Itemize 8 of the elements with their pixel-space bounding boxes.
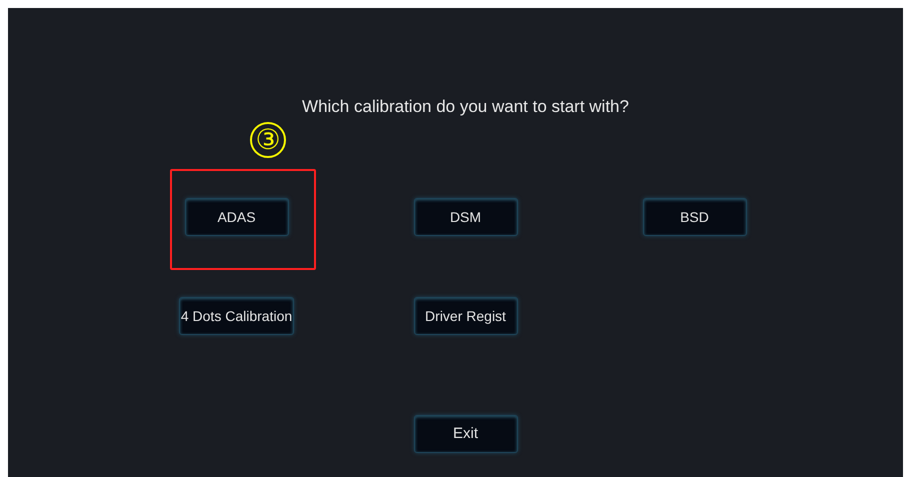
- exit-button[interactable]: Exit: [414, 415, 518, 453]
- prompt-text: Which calibration do you want to start with?: [302, 97, 629, 117]
- step-marker: ③: [250, 122, 286, 158]
- option-button[interactable]: ADAS: [184, 198, 288, 236]
- option-button[interactable]: BSD: [642, 198, 746, 236]
- option-button[interactable]: Driver Regist: [414, 297, 518, 335]
- option-button[interactable]: DSM: [414, 198, 518, 236]
- option-button[interactable]: 4 Dots Calibration: [178, 297, 294, 335]
